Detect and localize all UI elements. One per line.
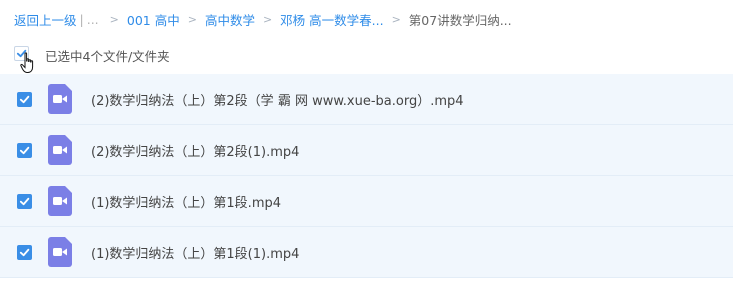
file-row[interactable]: (1)数学归纳法（上）第1段(1).mp4 xyxy=(0,227,733,278)
file-name[interactable]: (2)数学归纳法（上）第2段（学 霸 网 www.xue-ba.org）.mp4 xyxy=(91,90,464,109)
chevron-right-icon: > xyxy=(109,12,119,26)
row-checkbox[interactable] xyxy=(17,142,32,158)
checkmark-icon xyxy=(19,95,30,103)
file-row[interactable]: (2)数学归纳法（上）第2段（学 霸 网 www.xue-ba.org）.mp4 xyxy=(0,74,733,125)
breadcrumb-item-current: 第07讲数学归纳... xyxy=(408,12,512,28)
breadcrumb-ellipsis[interactable]: ... xyxy=(87,12,99,27)
checkmark-icon xyxy=(19,146,30,154)
checkmark-icon xyxy=(19,248,30,256)
hand-cursor-icon xyxy=(20,52,34,73)
file-name[interactable]: (2)数学归纳法（上）第2段(1).mp4 xyxy=(91,141,299,160)
breadcrumb-item-math[interactable]: 高中数学 xyxy=(205,10,255,29)
breadcrumb-item-course[interactable]: 邓杨 高一数学春... xyxy=(280,10,383,29)
row-checkbox[interactable] xyxy=(17,91,32,107)
back-link[interactable]: 返回上一级 xyxy=(14,10,77,29)
breadcrumb-item-001[interactable]: 001 高中 xyxy=(127,10,180,29)
selection-count-text: 已选中4个文件/文件夹 xyxy=(45,48,170,64)
row-checkbox[interactable] xyxy=(17,193,32,209)
video-file-icon xyxy=(48,186,72,216)
file-row[interactable]: (1)数学归纳法（上）第1段.mp4 xyxy=(0,176,733,227)
chevron-right-icon: > xyxy=(187,12,197,26)
file-row[interactable]: (2)数学归纳法（上）第2段(1).mp4 xyxy=(0,125,733,176)
video-file-icon xyxy=(48,135,72,165)
breadcrumb: 返回上一级 | ... > 001 高中 > 高中数学 > 邓杨 高一数学春..… xyxy=(14,9,512,29)
file-name[interactable]: (1)数学归纳法（上）第1段.mp4 xyxy=(91,192,281,211)
checkmark-icon xyxy=(19,197,30,205)
video-file-icon xyxy=(48,237,72,267)
chevron-right-icon: > xyxy=(391,12,401,26)
row-checkbox[interactable] xyxy=(17,244,32,260)
breadcrumb-divider: | xyxy=(79,11,84,27)
selection-bar: 已选中4个文件/文件夹 xyxy=(14,45,170,73)
file-list: (2)数学归纳法（上）第2段（学 霸 网 www.xue-ba.org）.mp4… xyxy=(0,74,733,278)
video-file-icon xyxy=(48,84,72,114)
file-name[interactable]: (1)数学归纳法（上）第1段(1).mp4 xyxy=(91,243,299,262)
chevron-right-icon: > xyxy=(262,12,273,26)
